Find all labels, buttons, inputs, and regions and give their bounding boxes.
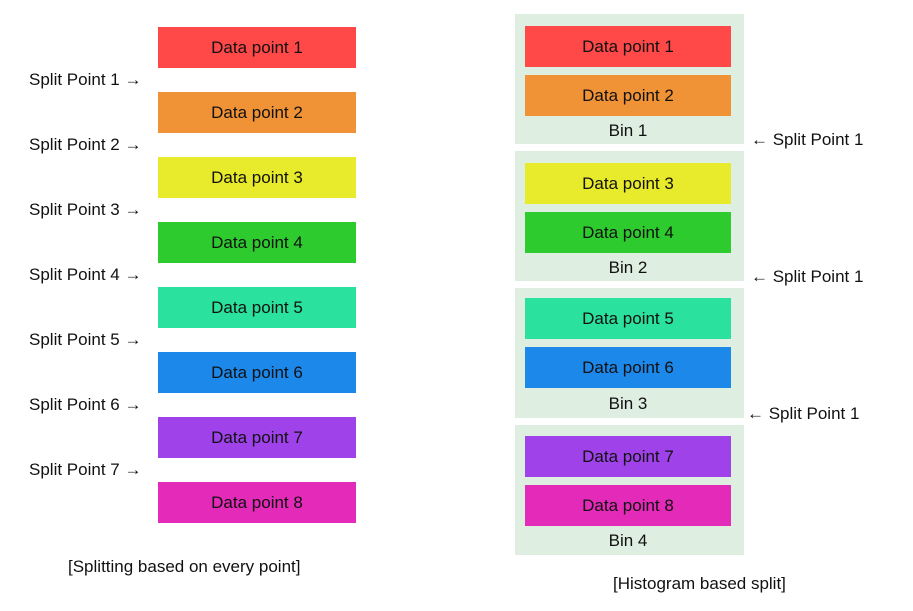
- data-point-label: Data point 5: [582, 308, 674, 328]
- data-point-label: Data point 2: [582, 85, 674, 105]
- left-split-point-2: Split Point 2 →: [29, 135, 142, 154]
- bin-data-point-4: Data point 4: [525, 212, 731, 253]
- data-point-label: Data point 1: [211, 37, 303, 57]
- data-point-label: Data point 8: [211, 492, 303, 512]
- left-data-point-3: Data point 3: [158, 157, 356, 198]
- data-point-label: Data point 1: [582, 36, 674, 56]
- left-data-point-1: Data point 1: [158, 27, 356, 68]
- data-point-label: Data point 7: [211, 427, 303, 447]
- data-point-label: Data point 4: [582, 222, 674, 242]
- data-point-label: Data point 6: [582, 357, 674, 377]
- left-split-point-6: Split Point 6 →: [29, 395, 142, 414]
- left-data-point-6: Data point 6: [158, 352, 356, 393]
- left-caption: [Splitting based on every point]: [68, 557, 301, 576]
- data-point-label: Data point 3: [211, 167, 303, 187]
- bin-3: Data point 5 Data point 6 Bin 3: [515, 288, 744, 418]
- bin-1: Data point 1 Data point 2 Bin 1: [515, 14, 744, 144]
- right-split-point-1: ← Split Point 1: [751, 130, 864, 149]
- bin-data-point-1: Data point 1: [525, 26, 731, 67]
- bin-label: Bin 3: [608, 394, 648, 413]
- data-point-label: Data point 7: [582, 446, 674, 466]
- data-point-label: Data point 2: [211, 102, 303, 122]
- left-split-point-3: Split Point 3 →: [29, 200, 142, 219]
- bin-data-point-6: Data point 6: [525, 347, 731, 388]
- left-split-point-1: Split Point 1 →: [29, 70, 142, 89]
- left-data-point-7: Data point 7: [158, 417, 356, 458]
- bin-data-point-2: Data point 2: [525, 75, 731, 116]
- bin-2: Data point 3 Data point 4 Bin 2: [515, 151, 744, 281]
- data-point-label: Data point 8: [582, 495, 674, 515]
- bin-label: Bin 1: [608, 121, 648, 140]
- bin-label: Bin 4: [608, 531, 648, 550]
- data-point-label: Data point 3: [582, 173, 674, 193]
- left-data-point-8: Data point 8: [158, 482, 356, 523]
- data-point-label: Data point 5: [211, 297, 303, 317]
- left-data-point-2: Data point 2: [158, 92, 356, 133]
- bin-data-point-3: Data point 3: [525, 163, 731, 204]
- right-split-point-3: ← Split Point 1: [747, 404, 860, 423]
- data-point-label: Data point 6: [211, 362, 303, 382]
- bin-data-point-5: Data point 5: [525, 298, 731, 339]
- right-caption: [Histogram based split]: [613, 574, 786, 593]
- left-split-point-5: Split Point 5 →: [29, 330, 142, 349]
- right-split-point-2: ← Split Point 1: [751, 267, 864, 286]
- left-split-point-7: Split Point 7 →: [29, 460, 142, 479]
- bin-data-point-7: Data point 7: [525, 436, 731, 477]
- bin-4: Data point 7 Data point 8 Bin 4: [515, 425, 744, 555]
- bin-label: Bin 2: [608, 258, 648, 277]
- left-data-point-4: Data point 4: [158, 222, 356, 263]
- data-point-label: Data point 4: [211, 232, 303, 252]
- left-split-point-4: Split Point 4 →: [29, 265, 142, 284]
- bin-data-point-8: Data point 8: [525, 485, 731, 526]
- left-data-point-5: Data point 5: [158, 287, 356, 328]
